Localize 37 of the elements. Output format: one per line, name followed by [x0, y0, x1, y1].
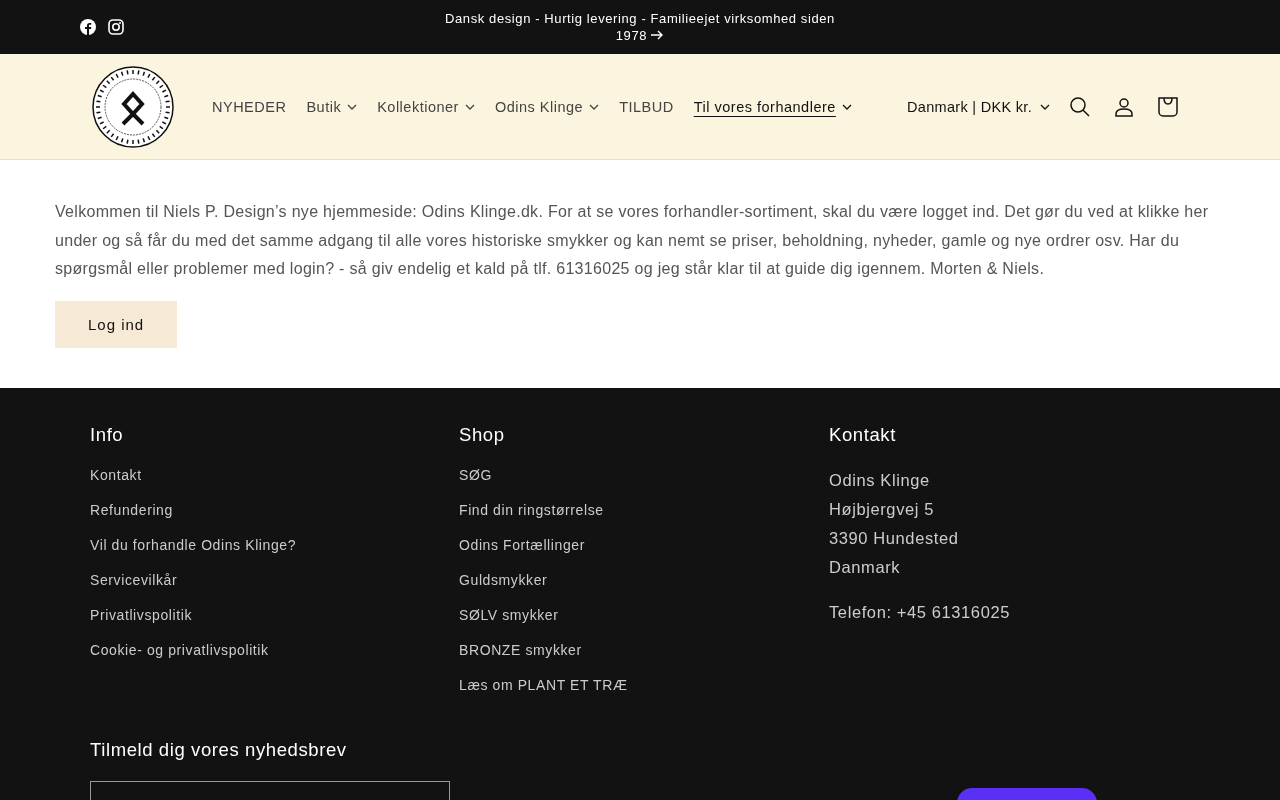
footer-link[interactable]: Privatlivspolitik: [90, 605, 459, 625]
footer-link[interactable]: Servicevilkår: [90, 570, 459, 590]
footer-link[interactable]: Vil du forhandle Odins Klinge?: [90, 535, 459, 555]
address-line: Telefon: +45 61316025: [829, 601, 1011, 623]
login-button[interactable]: Log ind: [55, 300, 178, 348]
footer-heading: Info: [90, 423, 125, 446]
footer-link[interactable]: Kontakt: [90, 465, 459, 485]
footer-link[interactable]: Find din ringstørrelse: [459, 500, 829, 520]
footer-heading: Kontakt: [829, 423, 897, 446]
country-selector[interactable]: Danmark | DKK kr.: [899, 90, 1058, 123]
footer-heading: Shop: [459, 423, 506, 446]
footer-link[interactable]: BRONZE smykker: [459, 640, 829, 660]
nav-link[interactable]: Til vores forhandlere: [685, 90, 860, 123]
arrow-right-icon: [651, 30, 665, 40]
nav-link[interactable]: NYHEDER: [204, 90, 295, 123]
welcome-paragraph: Velkommen til Niels P. Design’s nye hjemmeside: Odins Klinge.dk. For at se vores forhandler-sortiment, skal du være logget ind. Det gør du ved at klikke her under og så får du med det samme adgang til alle vores historiske smykker og kan nemt se priser, beholdning, nyheder, gamle og nye ordrer osv. Har du spørgsmål eller problemer med login? - så giv endelig et kald på tlf. 61316025 og jeg står klar til at guide dig igennem. Morten & Niels.: [55, 202, 1210, 279]
nav-link[interactable]: Odins Klinge: [486, 90, 608, 123]
footer-link[interactable]: Refundering: [90, 500, 459, 520]
address-line: Danmark: [829, 556, 902, 578]
instagram-icon[interactable]: [108, 19, 124, 35]
nav-link[interactable]: TILBUD: [611, 90, 682, 123]
address-line: 3390 Hundested: [829, 527, 960, 549]
address-line: Højbjergvej 5: [829, 498, 935, 520]
footer-link[interactable]: Odins Fortællinger: [459, 535, 829, 555]
footer-link[interactable]: Guldsmykker: [459, 570, 829, 590]
footer-link[interactable]: Cookie- og privatlivspolitik: [90, 640, 459, 660]
nav-link[interactable]: Kollektioner: [369, 90, 483, 123]
footer-link[interactable]: Læs om PLANT ET TRÆ: [459, 675, 829, 695]
address-line: Odins Klinge: [829, 469, 931, 491]
newsletter-heading: Tilmeld dig vores nyhedsbrev: [90, 738, 348, 761]
nav-link[interactable]: Butik: [298, 90, 366, 123]
caret-icon: [1040, 103, 1050, 110]
facebook-icon[interactable]: [80, 19, 96, 35]
rune-circle-logo[interactable]: [92, 65, 174, 148]
footer-link[interactable]: SØG: [459, 465, 829, 485]
announcement-link[interactable]: Dansk design - Hurtig levering - Familieejet virksomhed siden 1978: [430, 10, 850, 44]
footer-link[interactable]: SØLV smykker: [459, 605, 829, 625]
